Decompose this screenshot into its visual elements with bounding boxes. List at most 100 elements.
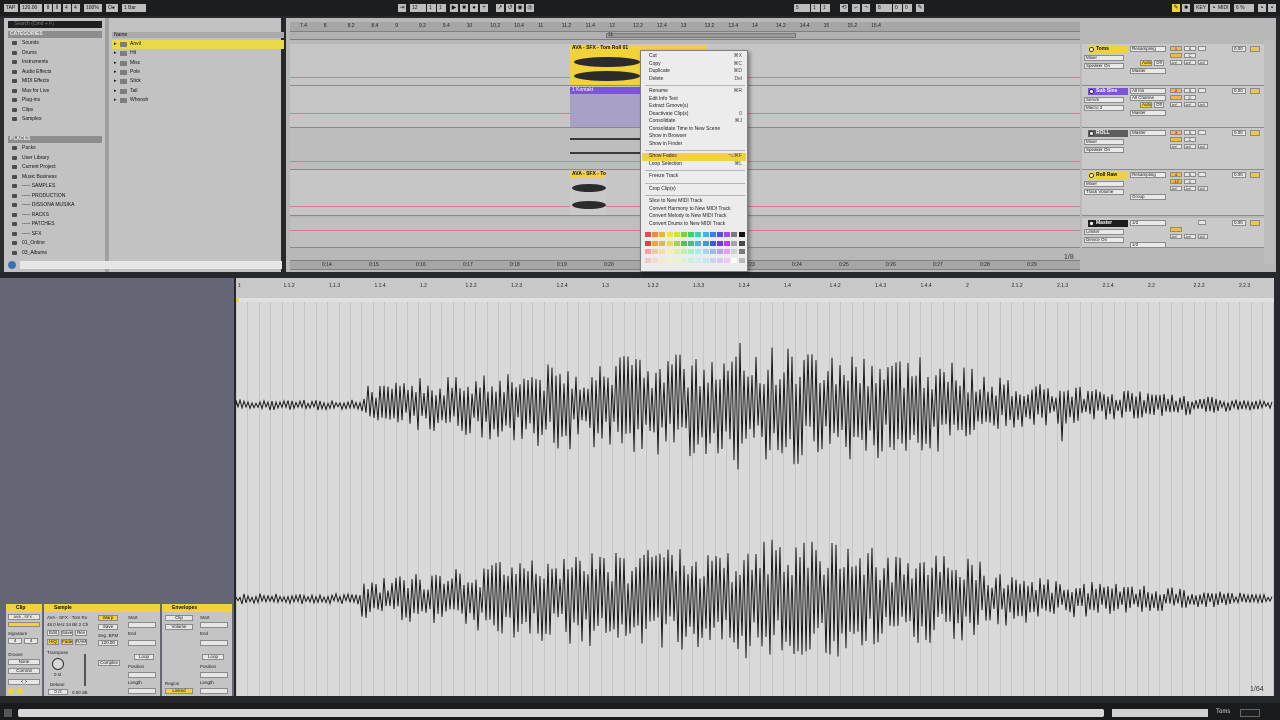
pan-button[interactable]: C — [1184, 53, 1196, 58]
env-end-field[interactable] — [200, 640, 228, 646]
clip-sig-num[interactable]: 4 — [8, 638, 22, 644]
color-swatch[interactable] — [652, 257, 659, 263]
envelopes-panel-header[interactable]: Envelopes — [162, 604, 232, 612]
color-swatch[interactable] — [717, 257, 723, 263]
place-item[interactable]: Music Business — [8, 173, 102, 181]
save-button[interactable]: Save — [61, 630, 73, 636]
output-select[interactable]: 1/2 — [1130, 242, 1166, 248]
zoom-field[interactable]: 100% — [84, 4, 102, 12]
song-position-beat[interactable]: 1 — [427, 4, 436, 12]
loop-start-sixteenth[interactable]: 1 — [821, 4, 830, 12]
menu-item-slice-to-new-midi-track[interactable]: Slice to New MIDI Track — [642, 198, 746, 206]
expand-arrow-icon[interactable]: ▸ — [114, 59, 117, 68]
color-swatch[interactable] — [688, 240, 695, 246]
menu-item-cut[interactable]: Cut ⌘X — [642, 53, 746, 61]
color-swatch[interactable] — [702, 240, 709, 246]
track-activator-icon[interactable] — [1089, 221, 1094, 226]
name-column-header[interactable]: Name — [112, 32, 284, 38]
color-swatch[interactable] — [645, 240, 651, 246]
color-swatch[interactable] — [681, 240, 687, 246]
send-b[interactable]: -inf — [1184, 60, 1196, 65]
color-swatch[interactable] — [695, 257, 702, 263]
category-audio-effects[interactable]: Audio Effects — [8, 68, 102, 76]
track-device-chooser[interactable]: Serum — [1084, 97, 1124, 103]
volume-value[interactable] — [1170, 95, 1182, 100]
color-swatch[interactable] — [709, 257, 716, 263]
song-position-sixteenth[interactable]: 1 — [437, 4, 446, 12]
place-item[interactable]: ----- DISSONA MUSIKA — [8, 201, 102, 209]
menu-item-convert-drums-to-new-midi-track[interactable]: Convert Drums to New MIDI Track — [642, 221, 746, 229]
reverse-button[interactable]: Rev — [75, 630, 87, 636]
color-swatch[interactable] — [695, 232, 702, 237]
capture-icon[interactable]: ◉ — [516, 4, 524, 12]
volume-value[interactable] — [1170, 227, 1182, 232]
input-type-select[interactable]: 1/2 — [1130, 220, 1166, 226]
place-item[interactable]: User Library — [8, 154, 102, 162]
color-swatch[interactable] — [695, 240, 702, 246]
send-b[interactable]: -inf — [1184, 234, 1196, 239]
track-volume-field[interactable]: 0.00 — [1232, 88, 1246, 94]
place-item[interactable]: 01_Online — [8, 239, 102, 247]
color-swatch[interactable] — [681, 249, 687, 254]
color-swatch[interactable] — [688, 257, 695, 263]
pan-button[interactable]: C — [1184, 179, 1196, 184]
signature-denominator[interactable]: 4 — [72, 4, 80, 12]
place-item[interactable]: 03_Albums — [8, 249, 102, 257]
status-icon[interactable] — [4, 709, 12, 717]
loop-length-sixteenth[interactable]: 0 — [903, 4, 912, 12]
overdub-icon[interactable]: + — [480, 4, 488, 12]
song-position-bar[interactable]: 12 — [410, 4, 426, 12]
menu-item-deactivate-clip-s-[interactable]: Deactivate Clip(s) 0 — [642, 111, 746, 119]
category-samples[interactable]: Samples — [8, 115, 102, 123]
color-swatch[interactable] — [673, 240, 680, 246]
expand-arrow-icon[interactable]: ▸ — [114, 68, 117, 77]
color-swatch[interactable] — [688, 249, 695, 254]
category-midi-effects[interactable]: MIDI Effects — [8, 77, 102, 85]
clip-activator-icon[interactable] — [8, 688, 14, 694]
arm-button[interactable] — [1198, 130, 1206, 135]
warp-mode-select[interactable]: Complex — [98, 660, 120, 666]
output-select[interactable]: Master — [1130, 110, 1166, 116]
menu-item-rename[interactable]: Rename ⌘R — [642, 88, 746, 96]
color-swatch[interactable] — [724, 232, 731, 237]
input-channel-select[interactable]: All Channe — [1130, 95, 1166, 101]
track-volume-field[interactable]: 0.00 — [1232, 130, 1246, 136]
midi-map-button[interactable]: MIDI — [1216, 4, 1230, 12]
color-swatch[interactable] — [659, 232, 666, 237]
track-activator-button[interactable]: 1 — [1170, 46, 1182, 51]
expand-arrow-icon[interactable]: ▸ — [114, 40, 117, 49]
input-type-select[interactable]: All Ins — [1130, 88, 1166, 94]
stop-icon[interactable]: ■ — [460, 4, 468, 12]
quantization-select[interactable]: 1 Bar — [122, 4, 146, 12]
file-row-hit[interactable]: ▸ Hit — [112, 49, 284, 58]
loop-length-beat[interactable]: 0 — [893, 4, 902, 12]
loop-brace-bar[interactable]: 11 — [290, 32, 1080, 40]
browser-collapse-strip[interactable] — [0, 18, 4, 272]
track-volume-field[interactable]: 0.00 — [1232, 46, 1246, 52]
send-b[interactable]: -inf — [1184, 186, 1196, 191]
category-plug-ins[interactable]: Plug-ins — [8, 96, 102, 104]
track-param-chooser[interactable]: Macro 2 — [1084, 105, 1124, 111]
color-swatch[interactable] — [709, 249, 716, 254]
browser-search-input[interactable]: Search (Cmd + F) — [8, 21, 102, 28]
ram-button[interactable]: RAM — [75, 639, 87, 645]
track-activator-icon[interactable] — [1089, 173, 1094, 178]
color-swatch[interactable] — [731, 257, 738, 263]
automation-arm-icon[interactable]: ↗ — [496, 4, 504, 12]
linked-button[interactable]: Linked — [165, 688, 193, 694]
loop-brace[interactable] — [606, 33, 796, 38]
color-swatch[interactable] — [652, 232, 659, 237]
solo-button[interactable]: S — [1184, 46, 1196, 51]
track-activator-icon[interactable] — [1089, 47, 1094, 52]
pan-button[interactable]: C — [1184, 95, 1196, 100]
seg-bpm-field[interactable]: 120.00 — [98, 640, 118, 646]
clip-kontakt-body[interactable] — [570, 94, 642, 127]
nudge-down-icon[interactable]: ‖ — [44, 4, 52, 12]
arm-button[interactable] — [1198, 220, 1206, 225]
envelope-param-select[interactable]: Volume — [165, 624, 193, 630]
color-swatch[interactable] — [709, 240, 716, 246]
monitor-off-button[interactable]: Off — [1154, 102, 1164, 108]
send-c[interactable]: -inf — [1198, 102, 1208, 107]
color-swatch[interactable] — [681, 257, 687, 263]
track-param-chooser[interactable]: Device On — [1084, 237, 1124, 243]
